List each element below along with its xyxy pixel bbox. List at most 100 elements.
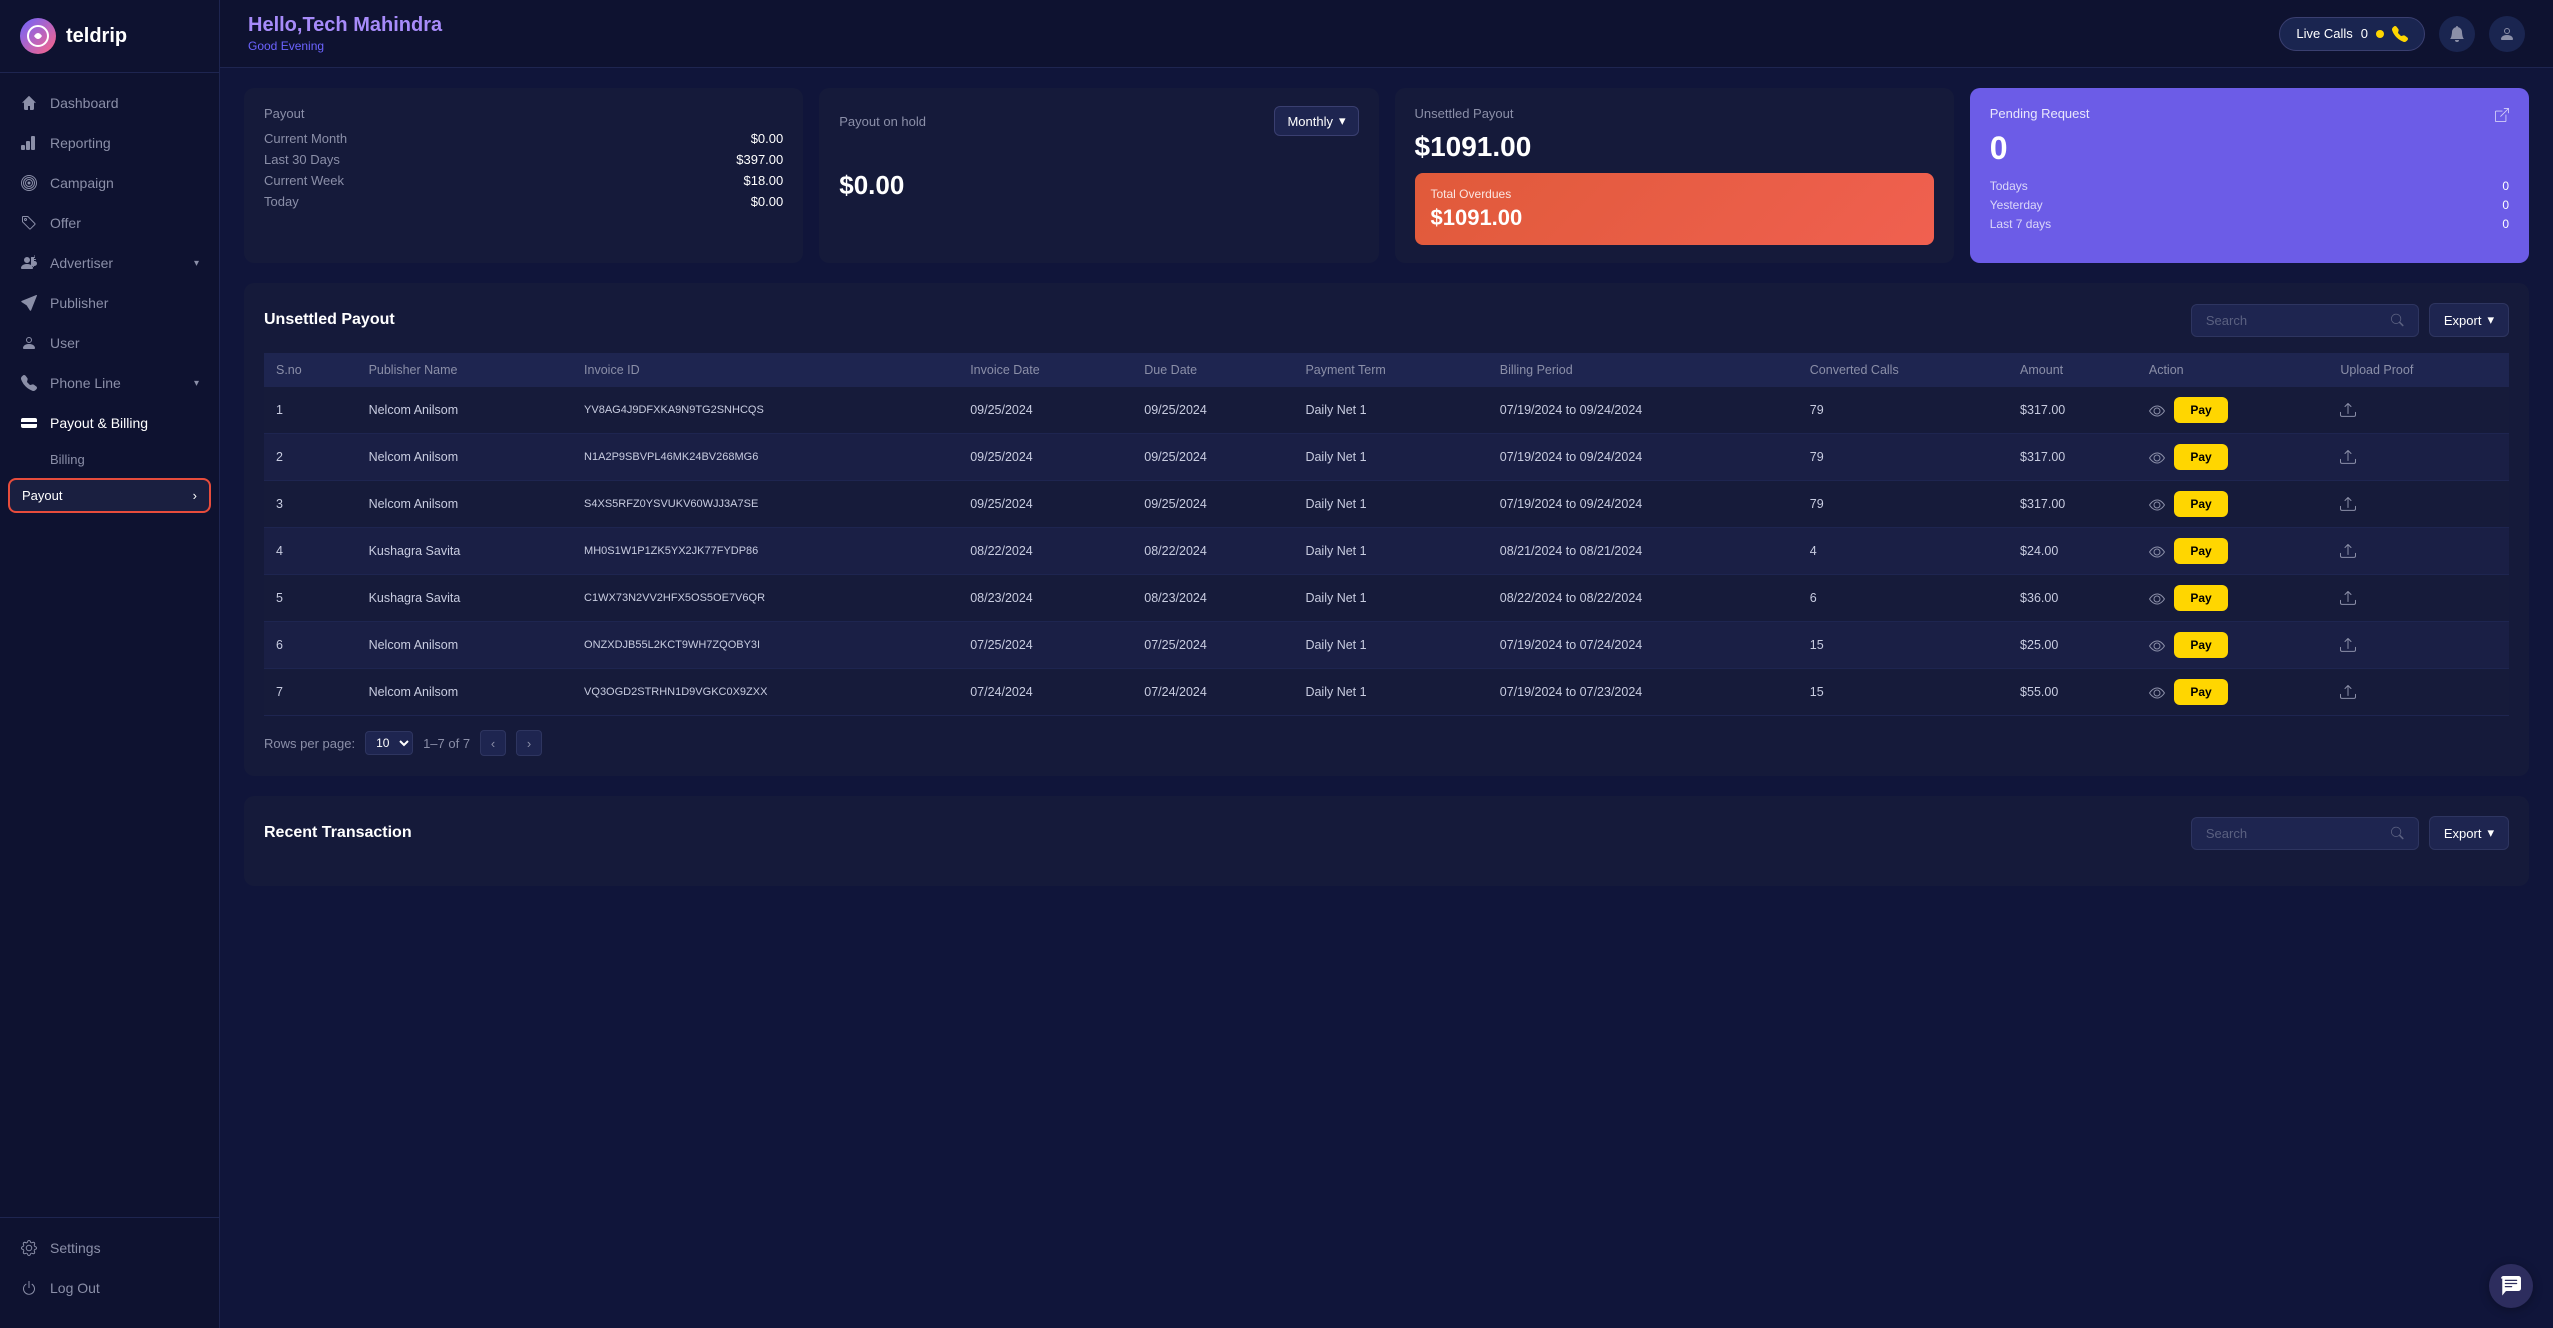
- cell-sno: 3: [264, 481, 357, 528]
- pay-button[interactable]: Pay: [2174, 632, 2227, 658]
- upload-icon[interactable]: [2340, 449, 2356, 463]
- sidebar-item-payout-billing[interactable]: Payout & Billing: [0, 403, 219, 443]
- sidebar-item-phone-line[interactable]: Phone Line ▾: [0, 363, 219, 403]
- sidebar-item-publisher[interactable]: Publisher: [0, 283, 219, 323]
- payout-last30: Last 30 Days $397.00: [264, 152, 783, 167]
- sidebar-sub-item-label: Payout: [22, 488, 62, 503]
- send-icon: [20, 294, 38, 312]
- col-due-date: Due Date: [1132, 353, 1293, 387]
- rows-per-page-select[interactable]: 10 25 50: [365, 731, 413, 755]
- cell-converted-calls: 4: [1798, 528, 2008, 575]
- pagination: Rows per page: 10 25 50 1–7 of 7 ‹ ›: [264, 730, 2509, 756]
- export-label: Export: [2444, 313, 2482, 328]
- table-body: 1 Nelcom Anilsom YV8AG4J9DFXKA9N9TG2SNHC…: [264, 387, 2509, 716]
- pagination-next-button[interactable]: ›: [516, 730, 542, 756]
- chevron-down-icon: ▾: [1339, 113, 1346, 129]
- pagination-range: 1–7 of 7: [423, 736, 470, 751]
- view-icon[interactable]: [2149, 450, 2168, 464]
- sidebar-item-label: Payout & Billing: [50, 415, 148, 431]
- cell-billing-period: 07/19/2024 to 09/24/2024: [1488, 434, 1798, 481]
- view-icon[interactable]: [2149, 544, 2168, 558]
- recent-search-input[interactable]: [2206, 826, 2383, 841]
- sidebar-item-logout[interactable]: Log Out: [0, 1268, 219, 1308]
- recent-search-box[interactable]: [2191, 817, 2419, 850]
- pay-button[interactable]: Pay: [2174, 491, 2227, 517]
- recent-section-title: Recent Transaction: [264, 824, 412, 842]
- payout-row-value: $0.00: [751, 131, 784, 146]
- cell-converted-calls: 79: [1798, 434, 2008, 481]
- payout-row-value: $0.00: [751, 194, 784, 209]
- view-icon[interactable]: [2149, 497, 2168, 511]
- col-invoice-id: Invoice ID: [572, 353, 958, 387]
- view-icon[interactable]: [2149, 591, 2168, 605]
- search-box[interactable]: [2191, 304, 2419, 337]
- sidebar-item-label: Advertiser: [50, 255, 113, 271]
- upload-icon[interactable]: [2340, 590, 2356, 604]
- unsettled-table: S.no Publisher Name Invoice ID Invoice D…: [264, 353, 2509, 716]
- pay-button[interactable]: Pay: [2174, 397, 2227, 423]
- person-icon: [2499, 26, 2515, 42]
- notification-button[interactable]: [2439, 16, 2475, 52]
- recent-export-button[interactable]: Export ▾: [2429, 816, 2509, 850]
- sidebar-sub-item-billing[interactable]: Billing: [0, 443, 219, 476]
- pagination-prev-button[interactable]: ‹: [480, 730, 506, 756]
- pay-button[interactable]: Pay: [2174, 679, 2227, 705]
- payout-card-title: Payout: [264, 106, 783, 121]
- table-row: 4 Kushagra Savita MH0S1W1P1ZK5YX2JK77FYD…: [264, 528, 2509, 575]
- cell-invoice-id: S4XS5RFZ0YSVUKV60WJJ3A7SE: [572, 481, 958, 528]
- pending-row-label: Last 7 days: [1990, 217, 2051, 231]
- payout-hold-header: Payout on hold Monthly ▾: [839, 106, 1358, 136]
- monthly-dropdown[interactable]: Monthly ▾: [1274, 106, 1358, 136]
- live-calls-button[interactable]: Live Calls 0: [2279, 17, 2425, 51]
- sidebar-item-dashboard[interactable]: Dashboard: [0, 83, 219, 123]
- upload-icon[interactable]: [2340, 402, 2356, 416]
- chat-bubble-button[interactable]: [2489, 1264, 2533, 1308]
- profile-button[interactable]: [2489, 16, 2525, 52]
- cell-invoice-date: 08/22/2024: [958, 528, 1132, 575]
- pending-row-value: 0: [2502, 179, 2509, 193]
- sidebar-item-label: Dashboard: [50, 95, 119, 111]
- table-row: 5 Kushagra Savita C1WX73N2VV2HFX5OS5OE7V…: [264, 575, 2509, 622]
- sidebar-item-reporting[interactable]: Reporting: [0, 123, 219, 163]
- table-row: 2 Nelcom Anilsom N1A2P9SBVPL46MK24BV268M…: [264, 434, 2509, 481]
- payout-today: Today $0.00: [264, 194, 783, 209]
- cell-amount: $55.00: [2008, 669, 2137, 716]
- cell-publisher: Nelcom Anilsom: [357, 481, 572, 528]
- export-button[interactable]: Export ▾: [2429, 303, 2509, 337]
- sidebar-bottom: Settings Log Out: [0, 1217, 219, 1328]
- search-icon: [2391, 313, 2404, 327]
- cell-payment-term: Daily Net 1: [1293, 622, 1487, 669]
- sidebar-item-campaign[interactable]: Campaign: [0, 163, 219, 203]
- cell-billing-period: 07/19/2024 to 07/23/2024: [1488, 669, 1798, 716]
- sidebar-item-label: User: [50, 335, 80, 351]
- pending-row-value: 0: [2502, 217, 2509, 231]
- pay-button[interactable]: Pay: [2174, 585, 2227, 611]
- pending-row-label: Yesterday: [1990, 198, 2043, 212]
- pay-button[interactable]: Pay: [2174, 444, 2227, 470]
- search-input[interactable]: [2206, 313, 2383, 328]
- upload-icon[interactable]: [2340, 496, 2356, 510]
- cell-sno: 1: [264, 387, 357, 434]
- cell-publisher: Nelcom Anilsom: [357, 387, 572, 434]
- cell-billing-period: 08/21/2024 to 08/21/2024: [1488, 528, 1798, 575]
- header: Hello,Tech Mahindra Good Evening Live Ca…: [220, 0, 2553, 68]
- upload-icon[interactable]: [2340, 684, 2356, 698]
- view-icon[interactable]: [2149, 403, 2168, 417]
- cell-publisher: Nelcom Anilsom: [357, 669, 572, 716]
- upload-icon[interactable]: [2340, 637, 2356, 651]
- unsettled-card-title: Unsettled Payout: [1415, 106, 1934, 121]
- cell-publisher: Nelcom Anilsom: [357, 622, 572, 669]
- cell-payment-term: Daily Net 1: [1293, 387, 1487, 434]
- sidebar-item-settings[interactable]: Settings: [0, 1228, 219, 1268]
- sidebar-sub-item-payout[interactable]: Payout ›: [8, 478, 211, 513]
- sidebar-item-advertiser[interactable]: Advertiser ▾: [0, 243, 219, 283]
- sidebar-item-offer[interactable]: Offer: [0, 203, 219, 243]
- cell-payment-term: Daily Net 1: [1293, 434, 1487, 481]
- upload-icon[interactable]: [2340, 543, 2356, 557]
- payout-card: Payout Current Month $0.00 Last 30 Days …: [244, 88, 803, 263]
- view-icon[interactable]: [2149, 685, 2168, 699]
- overdues-card: Total Overdues $1091.00: [1415, 173, 1934, 245]
- view-icon[interactable]: [2149, 638, 2168, 652]
- pay-button[interactable]: Pay: [2174, 538, 2227, 564]
- sidebar-item-user[interactable]: User: [0, 323, 219, 363]
